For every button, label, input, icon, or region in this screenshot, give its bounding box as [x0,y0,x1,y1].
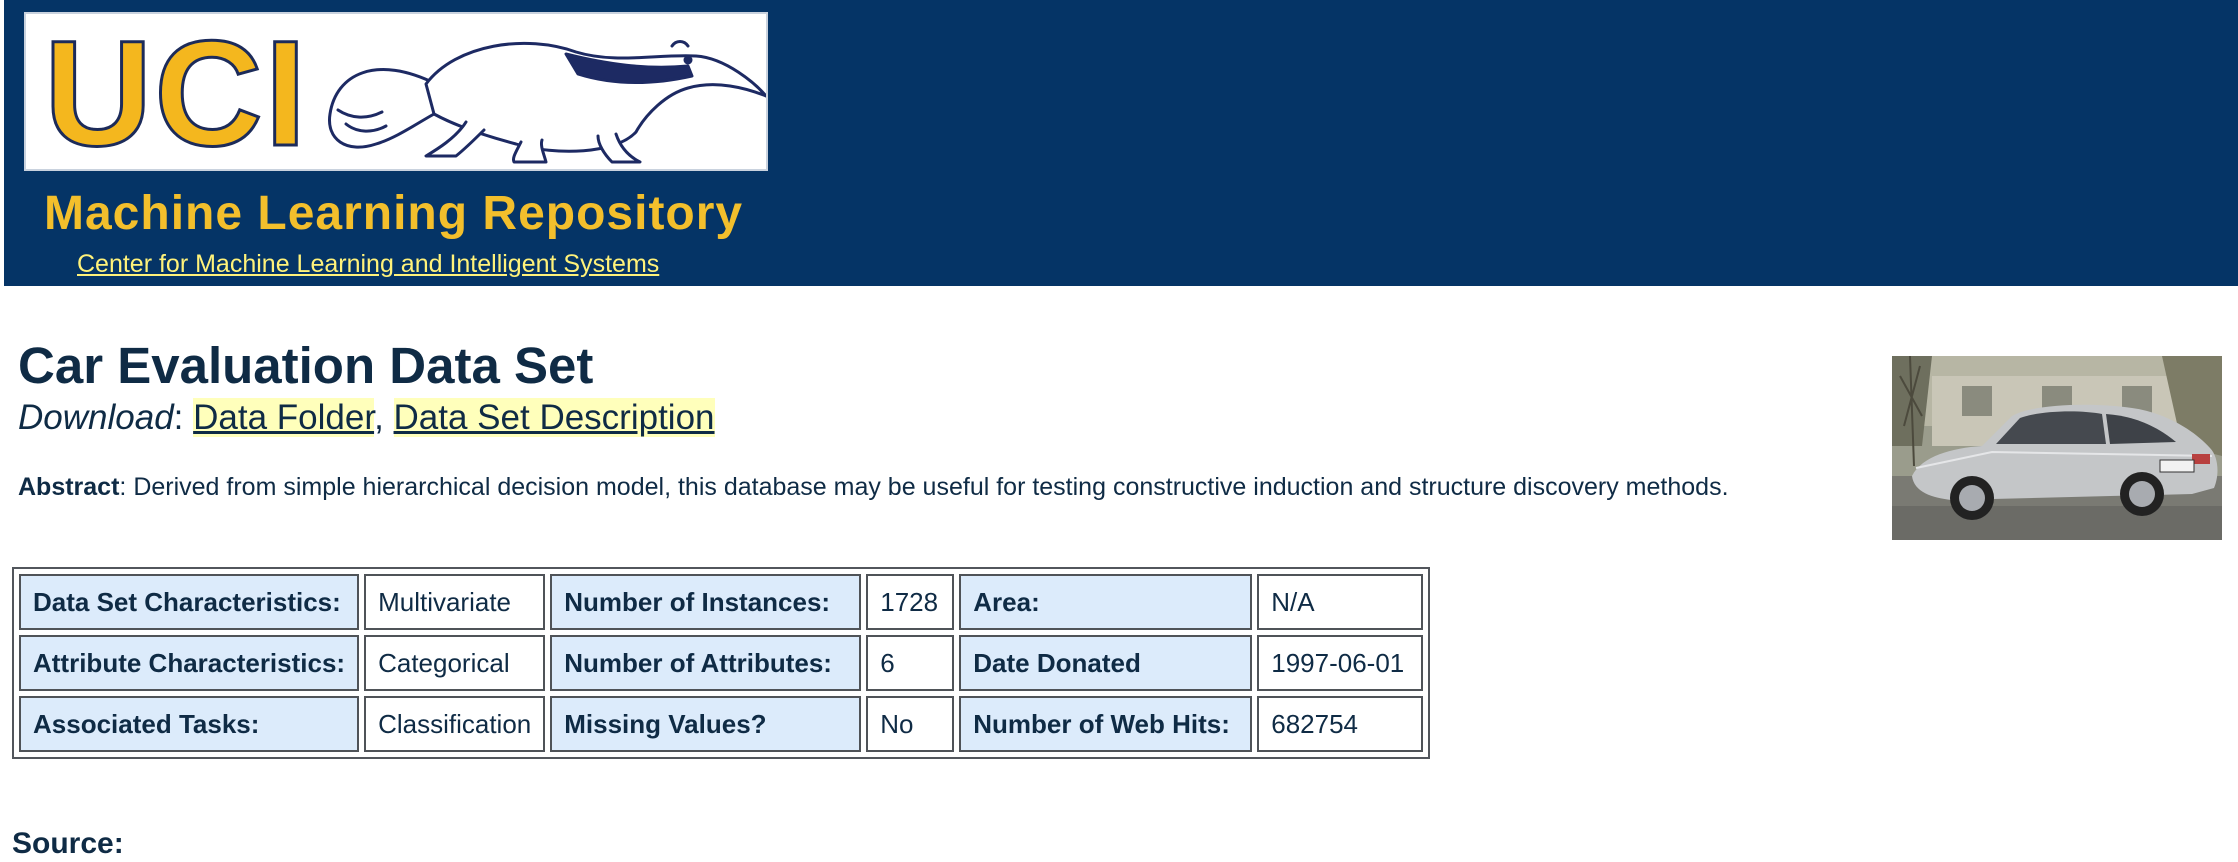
uci-logo-text: UCI [42,12,309,171]
data-set-description-link[interactable]: Data Set Description [393,398,715,437]
table-value-cell: 682754 [1257,696,1424,752]
table-label-cell: Number of Attributes: [550,635,862,691]
car-photo-image [1892,356,2222,540]
table-value-cell: Classification [364,696,546,752]
table-label-cell: Missing Values? [550,696,862,752]
link-separator: , [374,398,384,437]
download-label: Download [18,398,174,437]
site-header: UCI Machine Learning Repository Center f… [4,0,2238,286]
table-value-cell: 6 [866,635,955,691]
download-line: Download: Data Folder, Data Set Descript… [18,396,715,440]
table-value-cell: Categorical [364,635,546,691]
table-value-cell: 1728 [866,574,955,630]
table-label-cell: Number of Instances: [550,574,862,630]
table-label-cell: Associated Tasks: [19,696,360,752]
anteater-mascot-icon [328,40,766,164]
table-label-cell: Area: [959,574,1253,630]
table-row: Data Set Characteristics: Multivariate N… [19,574,1424,630]
download-colon: : [173,398,184,437]
table-value-cell: Multivariate [364,574,546,630]
abstract-text: : Derived from simple hierarchical decis… [119,473,1729,501]
uci-logo[interactable]: UCI [24,12,768,171]
page-title: Car Evaluation Data Set [18,337,594,394]
table-row: Attribute Characteristics: Categorical N… [19,635,1424,691]
abstract-label: Abstract [18,473,120,501]
repository-title: Machine Learning Repository [44,187,744,240]
center-ml-link[interactable]: Center for Machine Learning and Intellig… [77,249,659,279]
table-value-cell: N/A [1257,574,1424,630]
table-value-cell: No [866,696,955,752]
dataset-characteristics-table: Data Set Characteristics: Multivariate N… [12,567,1431,759]
table-label-cell: Data Set Characteristics: [19,574,360,630]
table-label-cell: Number of Web Hits: [959,696,1253,752]
car-photo [1892,356,2222,540]
data-folder-link[interactable]: Data Folder [193,398,375,437]
source-heading: Source: [12,827,124,860]
table-label-cell: Date Donated [959,635,1253,691]
table-label-cell: Attribute Characteristics: [19,635,360,691]
abstract-paragraph: Abstract: Derived from simple hierarchic… [18,472,1729,502]
table-row: Associated Tasks: Classification Missing… [19,696,1424,752]
table-value-cell: 1997-06-01 [1257,635,1424,691]
